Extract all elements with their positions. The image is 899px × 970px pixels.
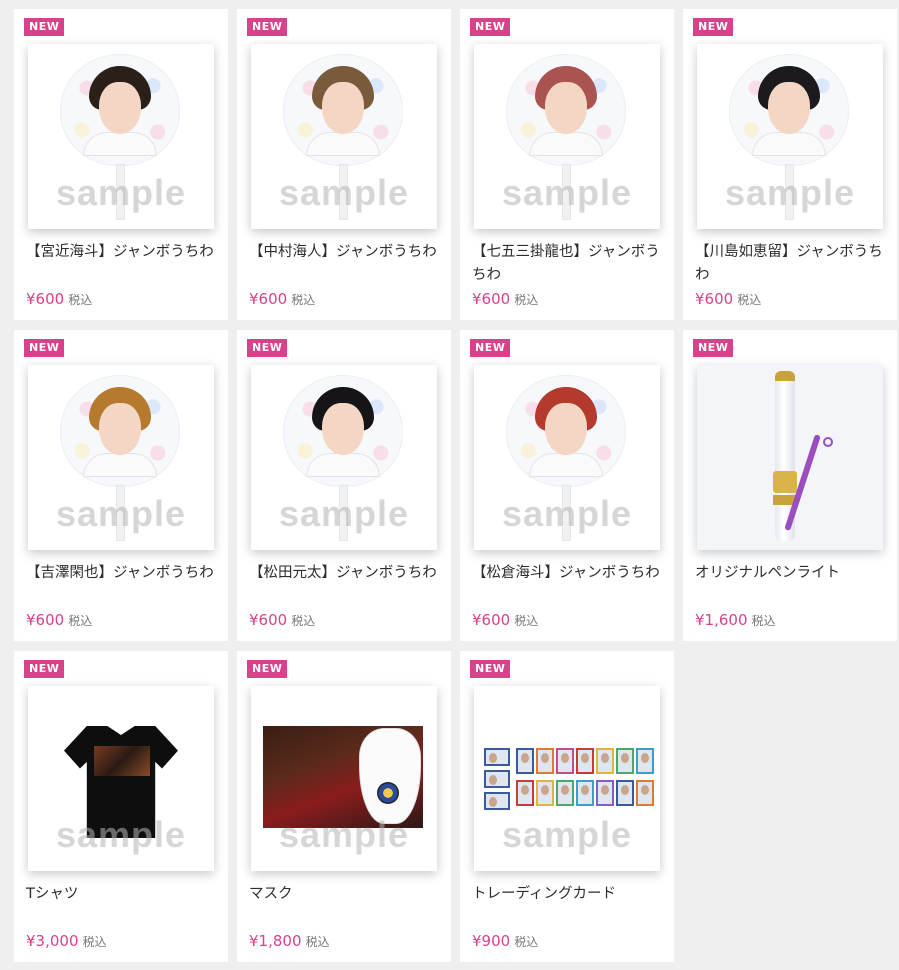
new-badge: NEW	[247, 18, 288, 36]
product-card[interactable]: NEW sample 【松田元太】ジャンボうちわ ¥600 税込	[237, 330, 451, 641]
member-photo	[529, 66, 603, 156]
product-card[interactable]: NEW sample 【宮近海斗】ジャンボうちわ ¥600 税込	[14, 9, 228, 320]
product-thumbnail[interactable]: sample	[474, 44, 660, 229]
sample-watermark: sample	[55, 814, 187, 855]
product-price: ¥900 税込	[472, 932, 538, 950]
member-photo	[752, 66, 826, 156]
trading-cards-image	[484, 748, 654, 812]
product-thumbnail[interactable]: sample	[251, 365, 437, 550]
tax-label: 税込	[514, 935, 539, 949]
product-name[interactable]: オリジナルペンライト	[695, 562, 891, 585]
product-price: ¥600 税込	[472, 611, 538, 629]
sample-watermark: sample	[278, 814, 410, 855]
tax-label: 税込	[305, 935, 330, 949]
product-card[interactable]: NEW sample マスク ¥1,800 税込	[237, 651, 451, 962]
tax-label: 税込	[737, 293, 762, 307]
price-value: ¥600	[26, 611, 65, 629]
sample-watermark: sample	[55, 172, 187, 213]
product-name[interactable]: 【中村海人】ジャンボうちわ	[249, 241, 445, 264]
price-value: ¥900	[472, 932, 511, 950]
product-grid: NEW sample 【宮近海斗】ジャンボうちわ ¥600 税込 NEW sam…	[14, 9, 897, 962]
sample-watermark: sample	[501, 493, 633, 534]
member-photo	[306, 387, 380, 477]
product-card[interactable]: NEW sample Tシャツ ¥3,000 税込	[14, 651, 228, 962]
product-card[interactable]: NEW sample トレーディングカード ¥900 税込	[460, 651, 674, 962]
new-badge: NEW	[247, 660, 288, 678]
member-photo	[529, 387, 603, 477]
new-badge: NEW	[24, 339, 65, 357]
product-card[interactable]: NEW sample 【吉澤閑也】ジャンボうちわ ¥600 税込	[14, 330, 228, 641]
tax-label: 税込	[514, 614, 539, 628]
member-photo	[83, 387, 157, 477]
product-card[interactable]: NEW sample 【七五三掛龍也】ジャンボうちわ ¥600 税込	[460, 9, 674, 320]
price-value: ¥3,000	[26, 932, 79, 950]
price-value: ¥600	[472, 611, 511, 629]
product-price: ¥3,000 税込	[26, 932, 107, 950]
product-card[interactable]: NEW sample 【中村海人】ジャンボうちわ ¥600 税込	[237, 9, 451, 320]
price-value: ¥600	[26, 290, 65, 308]
sample-watermark: sample	[278, 493, 410, 534]
new-badge: NEW	[24, 660, 65, 678]
product-card[interactable]: NEW オリジナルペンライト ¥1,600 税込	[683, 330, 897, 641]
product-name[interactable]: 【宮近海斗】ジャンボうちわ	[26, 241, 222, 264]
tax-label: 税込	[514, 293, 539, 307]
sample-watermark: sample	[55, 493, 187, 534]
product-card[interactable]: NEW sample 【松倉海斗】ジャンボうちわ ¥600 税込	[460, 330, 674, 641]
product-name[interactable]: 【松田元太】ジャンボうちわ	[249, 562, 445, 585]
tax-label: 税込	[291, 614, 316, 628]
product-price: ¥1,800 税込	[249, 932, 330, 950]
new-badge: NEW	[247, 339, 288, 357]
product-thumbnail[interactable]: sample	[251, 686, 437, 871]
product-price: ¥600 税込	[695, 290, 761, 308]
member-photo	[306, 66, 380, 156]
price-value: ¥600	[249, 611, 288, 629]
emblem-icon	[377, 782, 399, 804]
new-badge: NEW	[470, 339, 511, 357]
sample-watermark: sample	[724, 172, 856, 213]
product-price: ¥600 税込	[249, 290, 315, 308]
product-name[interactable]: トレーディングカード	[472, 883, 668, 906]
sample-watermark: sample	[501, 172, 633, 213]
member-photo	[83, 66, 157, 156]
new-badge: NEW	[470, 18, 511, 36]
product-name[interactable]: 【川島如恵留】ジャンボうちわ	[695, 241, 891, 287]
product-price: ¥600 税込	[26, 290, 92, 308]
product-name[interactable]: 【吉澤閑也】ジャンボうちわ	[26, 562, 222, 585]
price-value: ¥1,800	[249, 932, 302, 950]
product-thumbnail[interactable]: sample	[474, 365, 660, 550]
new-badge: NEW	[693, 339, 734, 357]
product-price: ¥1,600 税込	[695, 611, 776, 629]
tax-label: 税込	[68, 614, 93, 628]
product-name[interactable]: 【松倉海斗】ジャンボうちわ	[472, 562, 668, 585]
new-badge: NEW	[693, 18, 734, 36]
tax-label: 税込	[291, 293, 316, 307]
new-badge: NEW	[470, 660, 511, 678]
tshirt-print	[94, 746, 150, 776]
price-value: ¥1,600	[695, 611, 748, 629]
tax-label: 税込	[751, 614, 776, 628]
tax-label: 税込	[82, 935, 107, 949]
mask-image	[359, 728, 421, 824]
product-thumbnail[interactable]: sample	[697, 44, 883, 229]
product-price: ¥600 税込	[26, 611, 92, 629]
product-card[interactable]: NEW sample 【川島如恵留】ジャンボうちわ ¥600 税込	[683, 9, 897, 320]
price-value: ¥600	[249, 290, 288, 308]
new-badge: NEW	[24, 18, 65, 36]
sample-watermark: sample	[501, 814, 633, 855]
product-name[interactable]: 【七五三掛龍也】ジャンボうちわ	[472, 241, 668, 287]
product-thumbnail[interactable]: sample	[251, 44, 437, 229]
product-price: ¥600 税込	[249, 611, 315, 629]
product-price: ¥600 税込	[472, 290, 538, 308]
sample-watermark: sample	[278, 172, 410, 213]
product-thumbnail[interactable]: sample	[474, 686, 660, 871]
product-name[interactable]: マスク	[249, 883, 445, 906]
product-thumbnail[interactable]	[697, 365, 883, 550]
price-value: ¥600	[695, 290, 734, 308]
product-thumbnail[interactable]: sample	[28, 44, 214, 229]
price-value: ¥600	[472, 290, 511, 308]
product-thumbnail[interactable]: sample	[28, 365, 214, 550]
product-thumbnail[interactable]: sample	[28, 686, 214, 871]
product-name[interactable]: Tシャツ	[26, 883, 222, 906]
tax-label: 税込	[68, 293, 93, 307]
